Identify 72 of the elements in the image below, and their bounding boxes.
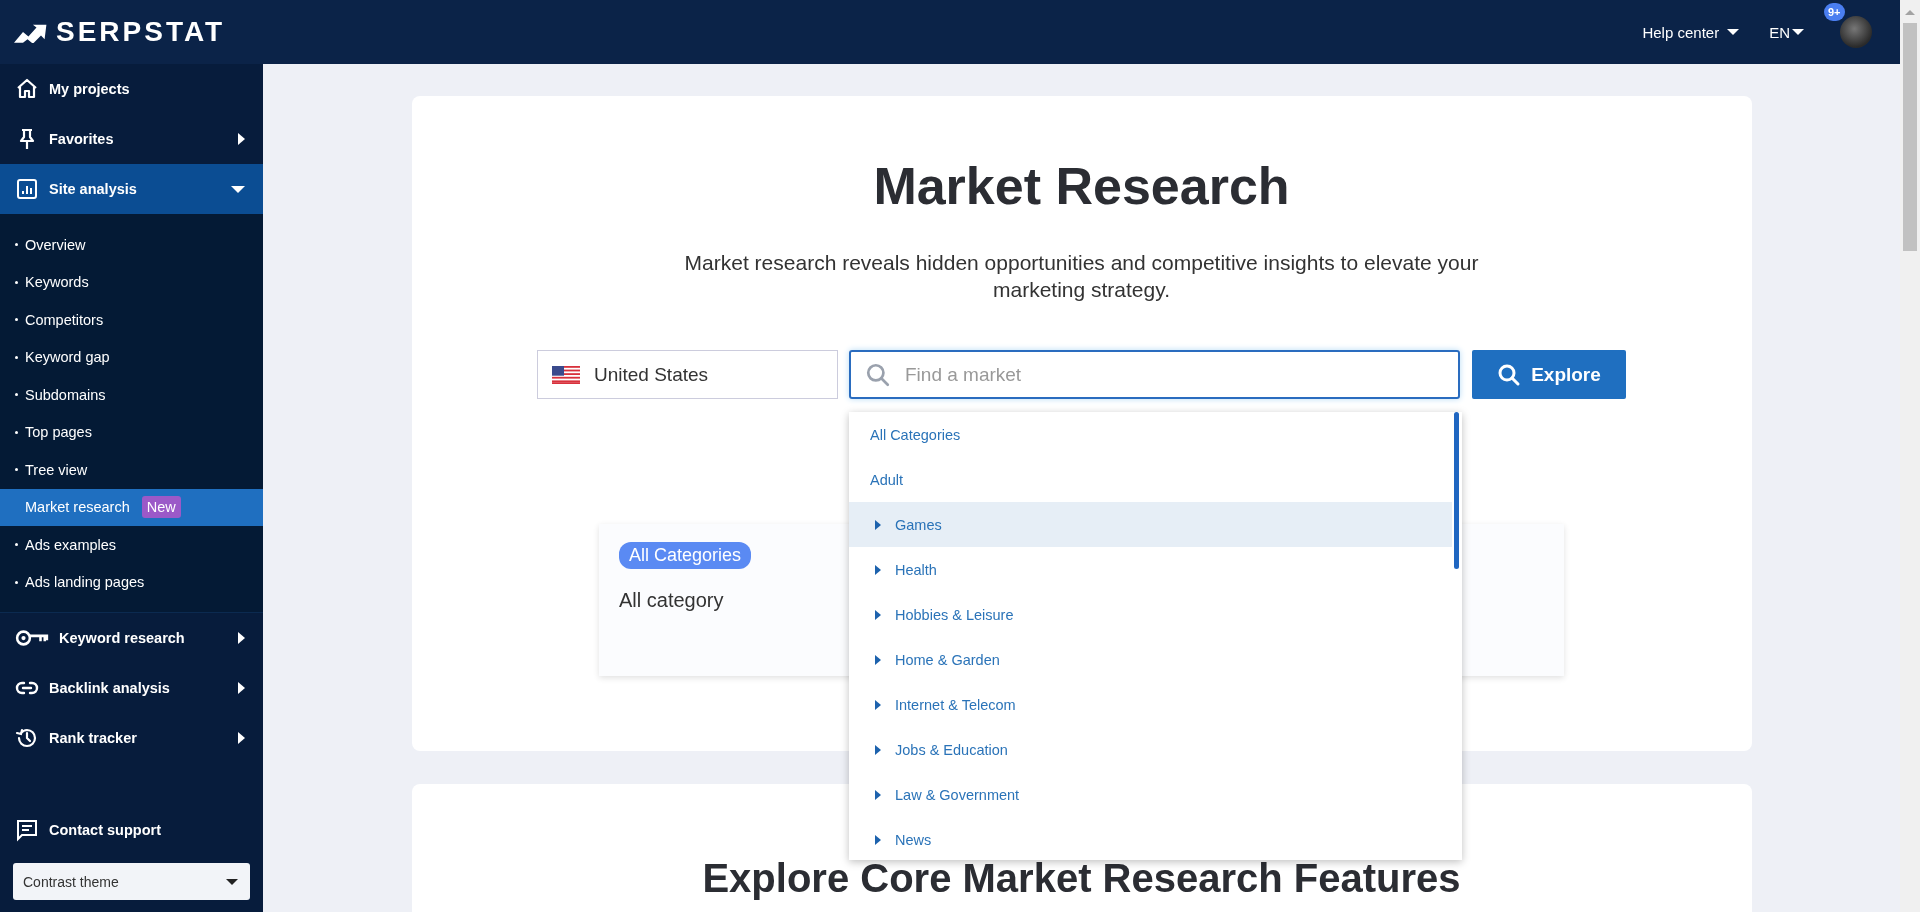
country-select[interactable]: United States bbox=[537, 350, 838, 399]
bullet-icon bbox=[15, 318, 18, 322]
sidebar-item[interactable]: Site analysis bbox=[0, 164, 263, 214]
bullet-icon bbox=[15, 468, 18, 472]
sidebar-subitem[interactable]: Keywords bbox=[0, 263, 263, 301]
bullet-icon bbox=[15, 580, 18, 584]
expand-arrow-icon bbox=[875, 789, 881, 800]
sidebar-subitem[interactable]: Competitors bbox=[0, 301, 263, 339]
sidebar-subitem[interactable]: Market research New bbox=[0, 488, 263, 526]
search-icon bbox=[865, 361, 891, 388]
category-badge: All Categories bbox=[619, 542, 752, 569]
notification-badge: 9+ bbox=[1824, 3, 1845, 21]
sidebar-subitem[interactable]: Subdomains bbox=[0, 376, 263, 414]
sidebar-item[interactable]: Favorites bbox=[0, 114, 263, 164]
home-icon bbox=[15, 77, 39, 101]
bullet-icon bbox=[15, 543, 18, 547]
bullet-icon bbox=[15, 243, 18, 247]
expand-arrow-icon bbox=[875, 564, 881, 575]
sidebar-subitem[interactable]: Overview bbox=[0, 226, 263, 264]
expand-arrow-icon bbox=[875, 744, 881, 755]
logo-text: SERPSTAT bbox=[56, 16, 226, 48]
dropdown-item[interactable]: Internet & Telecom bbox=[849, 682, 1452, 727]
scrollbar-thumb[interactable] bbox=[1454, 412, 1459, 569]
dropdown-item[interactable]: Law & Government bbox=[849, 772, 1452, 817]
expand-arrow-icon bbox=[875, 519, 881, 530]
caret-icon bbox=[1727, 29, 1740, 35]
page-title: Market Research bbox=[873, 156, 1290, 216]
search-field[interactable]: Find a market bbox=[849, 350, 1460, 399]
sidebar-item[interactable]: Backlink analysis bbox=[0, 663, 263, 713]
scrollbar-thumb[interactable] bbox=[1903, 23, 1917, 251]
bullet-icon bbox=[15, 393, 18, 397]
theme-select[interactable]: Contrast theme bbox=[13, 863, 250, 900]
dropdown-item[interactable]: Home & Garden bbox=[849, 637, 1452, 682]
language-menu[interactable]: EN bbox=[1769, 23, 1804, 41]
expand-arrow-icon bbox=[875, 834, 881, 845]
caret-icon bbox=[1792, 29, 1804, 35]
chat-icon bbox=[15, 818, 39, 842]
sidebar-subitem[interactable]: Tree view bbox=[0, 451, 263, 489]
bullet-icon bbox=[15, 280, 18, 284]
expand-arrow-icon bbox=[875, 609, 881, 620]
scroll-up-arrow-icon[interactable] bbox=[1905, 10, 1915, 15]
explore-button[interactable]: Explore bbox=[1472, 350, 1626, 399]
search-icon bbox=[1497, 362, 1522, 387]
dropdown-item[interactable]: All Categories bbox=[849, 412, 1452, 457]
dropdown-item[interactable]: Health bbox=[849, 547, 1452, 592]
help-center-menu[interactable]: Help center bbox=[1642, 23, 1740, 41]
dropdown-item[interactable]: Games bbox=[849, 502, 1452, 547]
dropdown-item[interactable]: Adult bbox=[849, 457, 1452, 502]
caret-icon bbox=[226, 878, 238, 885]
expand-arrow-icon bbox=[875, 654, 881, 665]
sidebar-subitem[interactable]: Keyword gap bbox=[0, 338, 263, 376]
flag-icon bbox=[552, 365, 580, 384]
user-avatar[interactable] bbox=[1840, 16, 1872, 48]
history-icon bbox=[15, 726, 39, 750]
sidebar-subitem[interactable]: Top pages bbox=[0, 413, 263, 451]
category-description: All category bbox=[619, 589, 724, 612]
page-scrollbar[interactable] bbox=[1900, 0, 1920, 912]
sidebar-item[interactable]: Keyword research bbox=[0, 613, 263, 663]
sidebar-subitem[interactable]: Ads examples bbox=[0, 526, 263, 564]
page-subtitle: Market research reveals hidden opportunities and competitive insights to elevate your marketing strategy. bbox=[683, 250, 1480, 303]
bullet-icon bbox=[15, 430, 18, 434]
new-badge: New bbox=[141, 496, 181, 519]
bar-chart-icon bbox=[15, 177, 39, 201]
dropdown-item[interactable]: Hobbies & Leisure bbox=[849, 592, 1452, 637]
dropdown-item[interactable]: Jobs & Education bbox=[849, 727, 1452, 772]
sidebar-item[interactable]: Rank tracker bbox=[0, 713, 263, 763]
sidebar-subitem[interactable]: Ads landing pages bbox=[0, 563, 263, 601]
bullet-icon bbox=[15, 355, 18, 359]
key-icon bbox=[15, 627, 49, 649]
contact-support-link[interactable]: Contact support bbox=[0, 805, 263, 855]
expand-arrow-icon bbox=[875, 699, 881, 710]
sidebar-item[interactable]: My projects bbox=[0, 64, 263, 114]
